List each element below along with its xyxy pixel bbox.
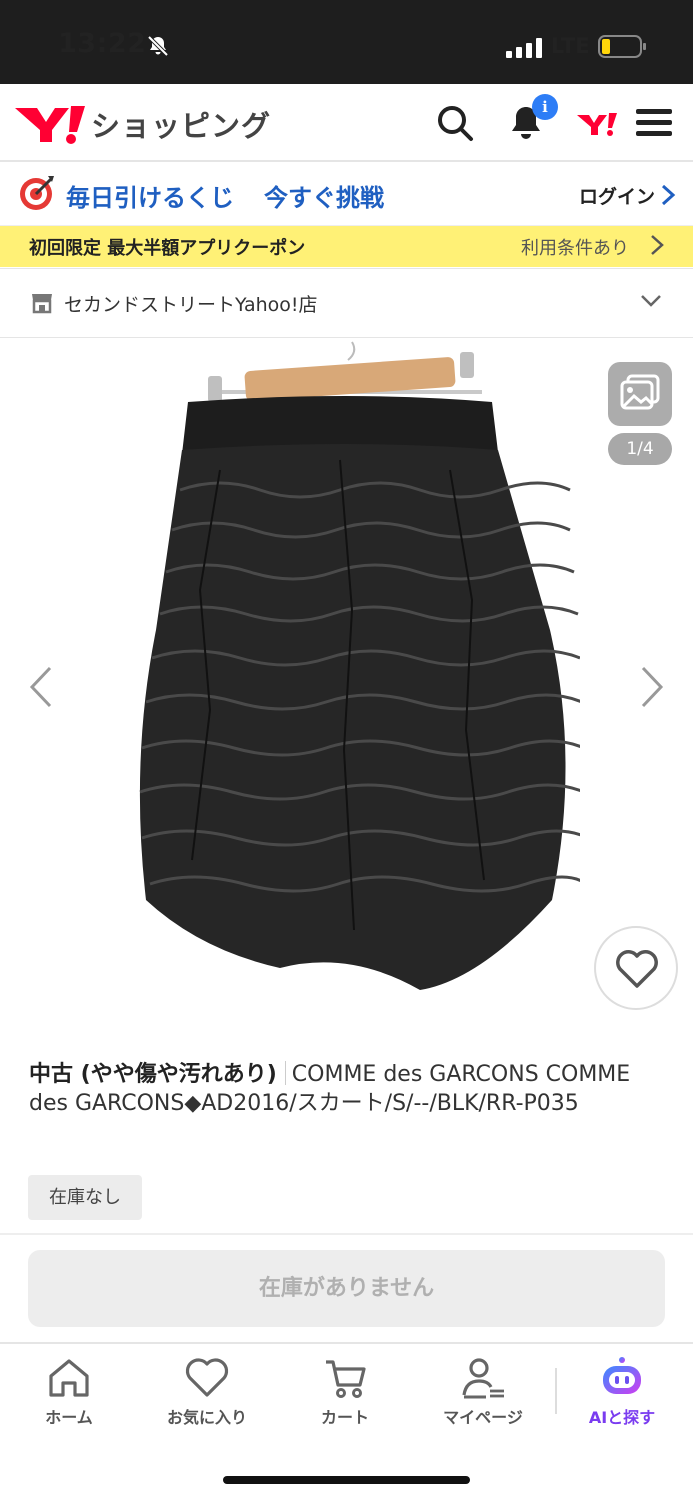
stock-status-badge: 在庫なし — [28, 1175, 142, 1220]
chevron-right-icon[interactable] — [660, 184, 676, 206]
lottery-text[interactable]: 毎日引けるくじ — [66, 178, 234, 213]
yahoo-logo-icon — [15, 106, 85, 144]
condition-label: 中古 (やや傷や汚れあり) — [29, 1062, 277, 1087]
tab-label: お気に入り — [166, 1408, 247, 1427]
coupon-terms-link[interactable]: 利用条件あり — [521, 234, 629, 260]
lottery-cta-link[interactable]: 今すぐ挑戦 — [264, 178, 384, 213]
add-to-cart-button-disabled: 在庫がありません — [28, 1250, 665, 1327]
tab-label: AIと探す — [588, 1408, 656, 1427]
tab-cart[interactable]: カート — [285, 1355, 405, 1428]
chevron-down-icon[interactable] — [640, 294, 662, 308]
tab-ai-search[interactable]: AIと探す — [562, 1355, 682, 1428]
target-icon — [20, 176, 54, 210]
menu-icon[interactable] — [634, 103, 674, 143]
chevron-right-icon[interactable] — [650, 234, 664, 256]
home-indicator — [223, 1476, 470, 1484]
user-icon — [462, 1358, 504, 1399]
chevron-left-icon[interactable] — [28, 665, 54, 709]
image-counter: 1/4 — [608, 433, 672, 465]
tab-favorites[interactable]: お気に入り — [147, 1355, 267, 1428]
favorite-button[interactable] — [594, 926, 678, 1010]
product-image[interactable] — [120, 340, 580, 1000]
store-icon — [32, 294, 52, 314]
bell-muted-icon — [147, 35, 169, 57]
divider — [0, 1233, 693, 1235]
brand-text: ショッピング — [91, 109, 272, 143]
ai-icon — [603, 1357, 641, 1394]
heart-icon — [185, 1358, 229, 1397]
product-title-block: 中古 (やや傷や汚れあり) COMME des GARCONS COMME des… — [29, 1060, 669, 1118]
signal-icon — [506, 38, 542, 58]
tab-label: マイページ — [443, 1408, 523, 1427]
cart-icon — [326, 1360, 366, 1398]
tab-label: ホーム — [45, 1408, 93, 1427]
tab-separator — [555, 1368, 557, 1414]
chevron-right-icon[interactable] — [639, 665, 665, 709]
network-label: LTE — [551, 34, 590, 58]
title-separator — [284, 1061, 286, 1085]
battery-icon — [598, 35, 646, 58]
image-gallery-button[interactable] — [608, 362, 672, 426]
tab-label: カート — [320, 1408, 369, 1427]
heart-icon — [616, 950, 658, 988]
login-link[interactable]: ログイン — [579, 182, 655, 209]
yahoo-shopping-logo[interactable]: ショッピング — [13, 102, 271, 146]
home-icon — [49, 1359, 89, 1397]
notification-badge: i — [532, 94, 558, 120]
yahoo-jp-icon[interactable] — [576, 103, 618, 143]
tab-mypage[interactable]: マイページ — [423, 1355, 543, 1428]
store-name[interactable]: セカンドストリートYahoo!店 — [64, 290, 318, 317]
search-icon[interactable] — [435, 103, 475, 143]
coupon-text[interactable]: 初回限定 最大半額アプリクーポン — [29, 234, 305, 260]
status-time: 13:22 — [58, 28, 147, 59]
tab-home[interactable]: ホーム — [9, 1355, 129, 1428]
